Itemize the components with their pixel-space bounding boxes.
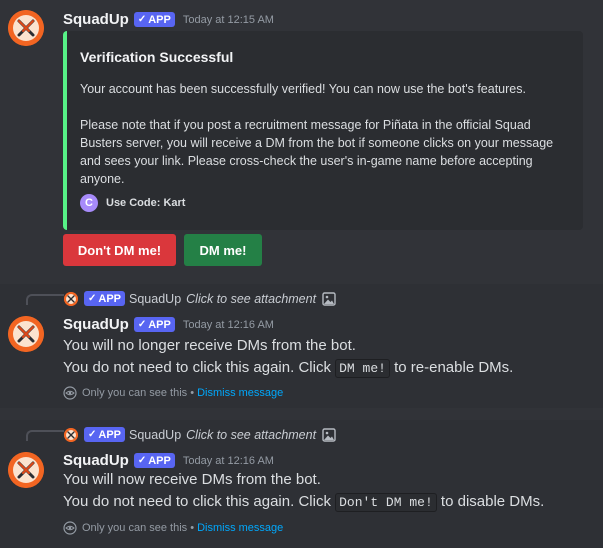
reply-connector <box>26 430 64 441</box>
ephemeral-text: Only you can see this • <box>82 522 195 534</box>
username[interactable]: SquadUp <box>63 316 129 333</box>
message-3: ✓ APP SquadUp Click to see attachment Squ… <box>0 420 603 548</box>
message-content: You will now receive DMs from the bot. Y… <box>63 469 544 514</box>
app-badge: ✓ APP <box>84 291 126 306</box>
check-icon: ✓ <box>137 455 147 466</box>
username[interactable]: SquadUp <box>63 11 129 28</box>
footer-logo-icon: C <box>80 194 98 212</box>
dismiss-message-link[interactable]: Dismiss message <box>197 522 283 534</box>
crossed-swords-icon <box>8 316 44 352</box>
embed-title: Verification Successful <box>80 49 234 65</box>
reply-avatar <box>64 291 78 306</box>
ephemeral-text: Only you can see this • <box>82 387 195 399</box>
timestamp[interactable]: Today at 12:16 AM <box>183 319 274 331</box>
check-icon: ✓ <box>88 429 97 440</box>
app-badge: ✓ APP <box>84 427 126 442</box>
squadup-avatar[interactable] <box>8 452 44 488</box>
embed-footer: C Use Code: Kart <box>80 194 185 212</box>
ephemeral-notice: Only you can see this • Dismiss message <box>63 386 283 400</box>
check-icon: ✓ <box>137 14 147 25</box>
squadup-avatar[interactable] <box>8 316 44 352</box>
embed-footer-text: Use Code: Kart <box>106 197 186 209</box>
reply-username: SquadUp <box>129 291 182 306</box>
message-line: You will now receive DMs from the bot. <box>63 471 321 488</box>
image-icon <box>322 427 336 442</box>
crossed-swords-icon <box>8 10 44 46</box>
reply-connector <box>26 294 64 305</box>
reply-attachment-text: Click to see attachment <box>186 291 317 306</box>
message-1: SquadUp ✓ APP Today at 12:15 AM Verificat… <box>0 0 603 278</box>
reply-avatar <box>64 427 78 442</box>
message-line-2: You do not need to click this again. Cli… <box>63 359 514 378</box>
timestamp[interactable]: Today at 12:16 AM <box>183 455 274 467</box>
message-header: SquadUp ✓ APP Today at 12:16 AM <box>63 316 274 333</box>
app-badge: ✓ APP <box>133 12 175 27</box>
reply-preview[interactable]: ✓ APP SquadUp Click to see attachment <box>64 427 336 442</box>
embed-description: Your account has been successfully verif… <box>80 80 570 188</box>
inline-code: Don't DM me! <box>335 493 437 512</box>
embed-description-line: Your account has been successfully verif… <box>80 82 526 96</box>
dont-dm-me-button[interactable]: Don't DM me! <box>63 234 176 266</box>
crossed-swords-icon <box>8 452 44 488</box>
check-icon: ✓ <box>88 293 97 304</box>
message-2: ✓ APP SquadUp Click to see attachment Squ… <box>0 284 603 408</box>
dm-me-button[interactable]: DM me! <box>184 234 262 266</box>
timestamp[interactable]: Today at 12:15 AM <box>183 14 274 26</box>
dismiss-message-link[interactable]: Dismiss message <box>197 387 283 399</box>
image-icon <box>322 291 336 306</box>
message-content: You will no longer receive DMs from the … <box>63 335 513 380</box>
message-line-2: You do not need to click this again. Cli… <box>63 493 545 512</box>
message-header: SquadUp ✓ APP Today at 12:15 AM <box>63 11 274 28</box>
app-badge: ✓ APP <box>133 317 175 332</box>
message-line: You will no longer receive DMs from the … <box>63 337 356 354</box>
reply-username: SquadUp <box>129 427 182 442</box>
username[interactable]: SquadUp <box>63 452 129 469</box>
ephemeral-notice: Only you can see this • Dismiss message <box>63 521 283 535</box>
embed-description-note: Please note that if you post a recruitme… <box>80 118 554 186</box>
eye-icon <box>63 521 77 535</box>
inline-code: DM me! <box>335 359 390 378</box>
eye-icon <box>63 386 77 400</box>
embed: Verification Successful Your account has… <box>63 31 583 230</box>
crossed-swords-icon <box>64 427 78 442</box>
reply-preview[interactable]: ✓ APP SquadUp Click to see attachment <box>64 291 336 306</box>
reply-attachment-text: Click to see attachment <box>186 427 317 442</box>
crossed-swords-icon <box>64 291 78 306</box>
squadup-avatar[interactable] <box>8 10 44 46</box>
message-header: SquadUp ✓ APP Today at 12:16 AM <box>63 452 274 469</box>
app-badge: ✓ APP <box>133 453 175 468</box>
check-icon: ✓ <box>137 319 147 330</box>
